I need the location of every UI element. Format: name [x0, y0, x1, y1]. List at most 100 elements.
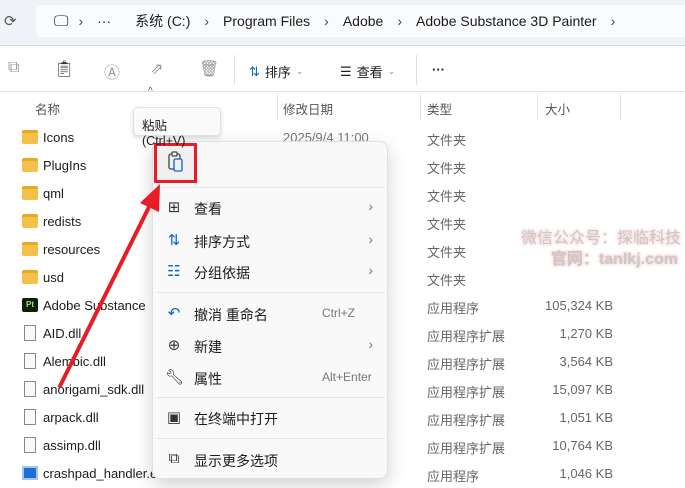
context-menu: ⊞ 查看 › ⇅ 排序方式 › ☷ 分组依据 › ↶ 撤消 重命名 Ctrl+Z ⊕ … — [152, 141, 388, 479]
chevron-right-icon[interactable]: › — [76, 13, 85, 29]
column-size[interactable]: 大小 — [545, 99, 570, 118]
menu-item[interactable]: ▣ 在终端中打开 — [153, 402, 389, 432]
computer-icon[interactable]: 🖵 — [46, 13, 76, 30]
dll-icon — [24, 381, 36, 397]
watermark: 微信公众号：探临科技 官网：tanlkj.com — [521, 228, 681, 270]
menu-item[interactable]: ⊕ 新建 › — [153, 330, 389, 360]
dll-icon — [24, 409, 36, 425]
breadcrumb-item[interactable]: Adobe Substance 3D Painter — [404, 13, 609, 29]
menu-item[interactable]: 🔧︎ 属性 Alt+Enter — [153, 362, 389, 392]
menu-item-label: 查看 — [194, 201, 222, 217]
folder-icon — [22, 214, 38, 228]
file-type: 文件夹 — [427, 133, 467, 148]
sort-button[interactable]: ⇅ 排序 ⌄ — [249, 62, 303, 81]
file-type: 应用程序 — [427, 469, 480, 484]
file-name: resources — [43, 242, 101, 257]
breadcrumb-overflow[interactable]: ··· — [85, 13, 123, 29]
file-name: usd — [43, 270, 64, 285]
menu-item-shortcut: Ctrl+Z — [322, 306, 355, 320]
chevron-right-icon[interactable]: › — [395, 13, 404, 29]
exe-icon — [22, 466, 38, 480]
column-name[interactable]: 名称 — [35, 99, 60, 118]
share-icon[interactable]: ⇗ — [150, 59, 163, 79]
file-name: arpack.dll — [43, 410, 99, 425]
sort-label: 排序 — [264, 65, 291, 80]
share-more-icon: ⧉ — [168, 450, 180, 467]
wrench-icon: 🔧︎ — [165, 369, 185, 386]
sort-icon: ⇅ — [167, 232, 181, 249]
column-type[interactable]: 类型 — [427, 99, 452, 118]
file-name: Icons — [43, 130, 75, 145]
rename-icon[interactable]: Ⓐ — [104, 59, 120, 83]
file-size: 1,046 KB — [559, 466, 614, 481]
file-size: 10,764 KB — [552, 438, 613, 453]
file-type: 应用程序扩展 — [427, 413, 506, 428]
breadcrumb-item[interactable]: Adobe — [331, 13, 395, 29]
paste-button[interactable] — [154, 143, 197, 183]
file-size: 15,097 KB — [552, 382, 613, 397]
paste-tooltip: 粘贴 (Ctrl+V) — [133, 107, 221, 148]
list-icon: ☰ — [340, 63, 352, 79]
dll-icon — [24, 325, 36, 341]
folder-icon — [22, 158, 38, 172]
more-button[interactable]: ··· — [432, 62, 445, 77]
chevron-right-icon[interactable]: › — [322, 13, 331, 29]
file-name: Adobe Substance — [43, 298, 146, 313]
delete-icon[interactable]: 🗑︎ — [199, 59, 219, 79]
plus-circle-icon: ⊕ — [167, 337, 181, 354]
breadcrumb-item[interactable]: 系统 (C:) — [123, 11, 202, 31]
group-icon: ☷ — [167, 263, 181, 280]
watermark-line2: 官网：tanlkj.com — [550, 251, 678, 268]
chevron-right-icon: › — [368, 262, 373, 278]
undo-icon: ↶ — [167, 305, 181, 322]
paste-icon[interactable]: 📋︎ — [54, 59, 74, 79]
file-type: 应用程序扩展 — [427, 385, 506, 400]
terminal-icon: ▣ — [166, 409, 182, 426]
file-type: 应用程序扩展 — [427, 357, 506, 372]
folder-icon — [22, 186, 38, 200]
menu-item-label: 属性 — [194, 371, 222, 387]
paste-icon — [168, 151, 183, 172]
file-name: AID.dll — [43, 326, 82, 341]
breadcrumb[interactable]: 🖵 › ··· 系统 (C:) › Program Files › Adobe … — [36, 5, 685, 37]
chevron-right-icon[interactable]: › — [609, 13, 618, 29]
breadcrumb-item[interactable]: Program Files — [211, 13, 322, 29]
view-button[interactable]: ☰ 查看 ⌄ — [340, 62, 395, 81]
menu-item[interactable]: ⇅ 排序方式 › — [153, 225, 389, 255]
menu-item-shortcut: Alt+Enter — [322, 370, 372, 384]
file-type: 文件夹 — [427, 161, 467, 176]
file-type: 文件夹 — [427, 189, 467, 204]
column-date[interactable]: 修改日期 — [283, 99, 333, 118]
menu-item[interactable]: ↶ 撤消 重命名 Ctrl+Z — [153, 298, 389, 328]
menu-item-label: 撤消 重命名 — [194, 307, 268, 323]
folder-icon — [22, 270, 38, 284]
copy-icon[interactable]: ⧉ — [8, 59, 19, 77]
chevron-right-icon: › — [368, 198, 373, 214]
menu-item[interactable]: ⧉ 显示更多选项 — [153, 444, 389, 474]
file-name: redists — [43, 214, 82, 229]
address-bar-area: ⟳ 🖵 › ··· 系统 (C:) › Program Files › Adob… — [0, 0, 685, 46]
file-size: 1,051 KB — [559, 410, 614, 425]
menu-item-label: 显示更多选项 — [194, 453, 278, 469]
menu-item-label: 新建 — [194, 339, 222, 355]
file-name: PlugIns — [43, 158, 87, 173]
folder-icon — [22, 130, 38, 144]
file-name: Alembic.dll — [43, 354, 106, 369]
refresh-icon[interactable]: ⟳ — [4, 12, 17, 30]
menu-item[interactable]: ⊞ 查看 › — [153, 192, 389, 222]
chevron-right-icon[interactable]: › — [202, 13, 211, 29]
dll-icon — [24, 437, 36, 453]
file-name: assimp.dll — [43, 438, 101, 453]
sort-ascending-icon: ^ — [148, 86, 153, 97]
file-name: anorigami_sdk.dll — [43, 382, 145, 397]
sort-icon: ⇅ — [249, 63, 260, 79]
view-label: 查看 — [356, 65, 383, 80]
folder-icon — [22, 242, 38, 256]
menu-item-label: 排序方式 — [194, 234, 250, 250]
file-size: 105,324 KB — [545, 298, 613, 313]
file-size: 1,270 KB — [559, 326, 614, 341]
file-type: 应用程序扩展 — [427, 441, 506, 456]
menu-item-label: 分组依据 — [194, 265, 250, 281]
menu-item[interactable]: ☷ 分组依据 › — [153, 256, 389, 286]
dll-icon — [24, 353, 36, 369]
